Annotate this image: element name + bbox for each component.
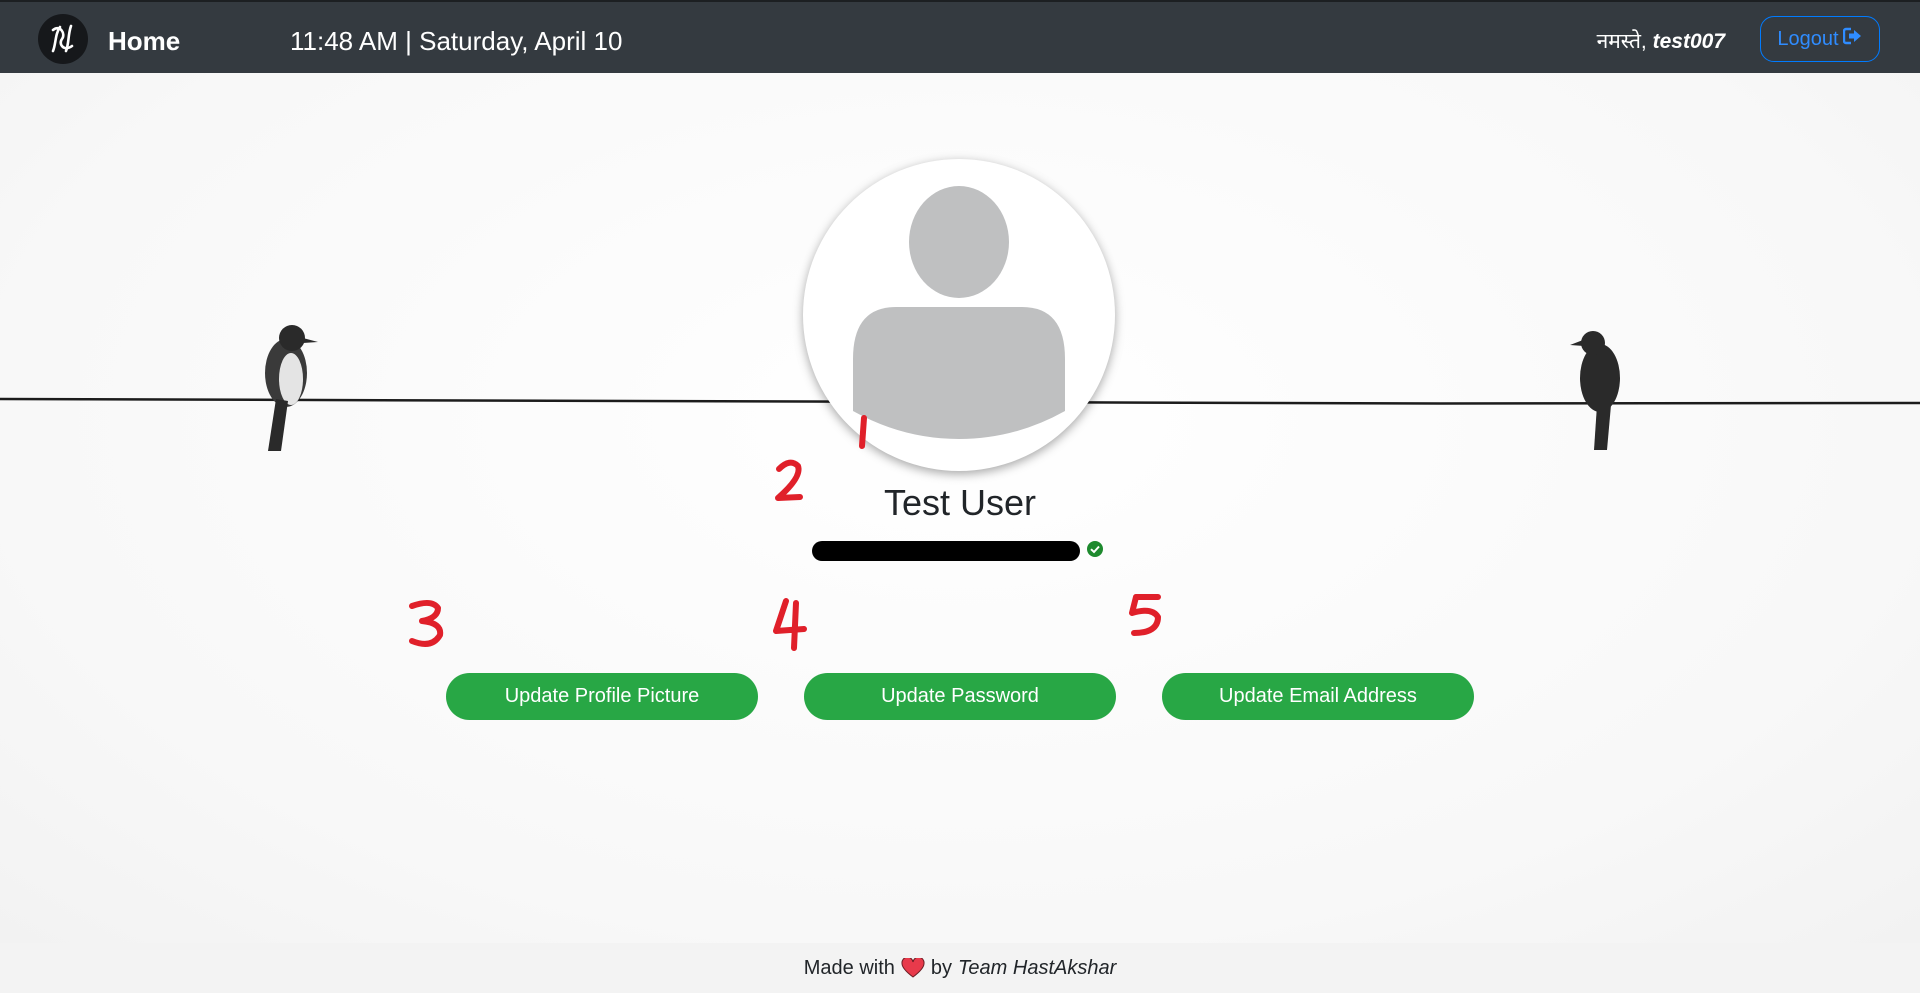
top-navbar: Home 11:48 AM | Saturday, April 10 नमस्त… (0, 0, 1920, 73)
left-bird-image (265, 325, 318, 451)
profile-picture (803, 159, 1115, 471)
footer-team-name: Team HastAkshar (958, 956, 1117, 979)
footer-middle: by (930, 956, 953, 979)
logout-label: Logout (1777, 27, 1839, 50)
greeting-prefix: नमस्ते, (1596, 30, 1653, 53)
sign-out-icon (1842, 27, 1863, 51)
check-circle-icon (1086, 540, 1104, 563)
footer-prefix: Made with (803, 956, 895, 979)
footer: Made with by Team HastAkshar (0, 943, 1920, 993)
update-password-button[interactable]: Update Password (804, 673, 1116, 720)
email-address-redacted (812, 541, 1080, 561)
update-profile-picture-button[interactable]: Update Profile Picture (446, 673, 758, 720)
date-time-display: 11:48 AM | Saturday, April 10 (290, 26, 623, 56)
user-greeting: नमस्ते, test007 (1597, 27, 1725, 55)
logout-button[interactable]: Logout (1760, 16, 1880, 62)
user-silhouette-icon (853, 186, 1065, 439)
email-row (812, 539, 1104, 563)
update-email-button[interactable]: Update Email Address (1162, 673, 1474, 720)
hastakshar-logo-icon[interactable] (38, 14, 88, 64)
right-bird-image (1570, 331, 1620, 450)
profile-name: Test User (883, 482, 1037, 523)
username-label: test007 (1652, 30, 1725, 53)
nav-home-link[interactable]: Home (108, 26, 180, 57)
heart-icon (901, 958, 925, 978)
profile-hero: Test User Update Profile Picture Update … (0, 73, 1920, 943)
